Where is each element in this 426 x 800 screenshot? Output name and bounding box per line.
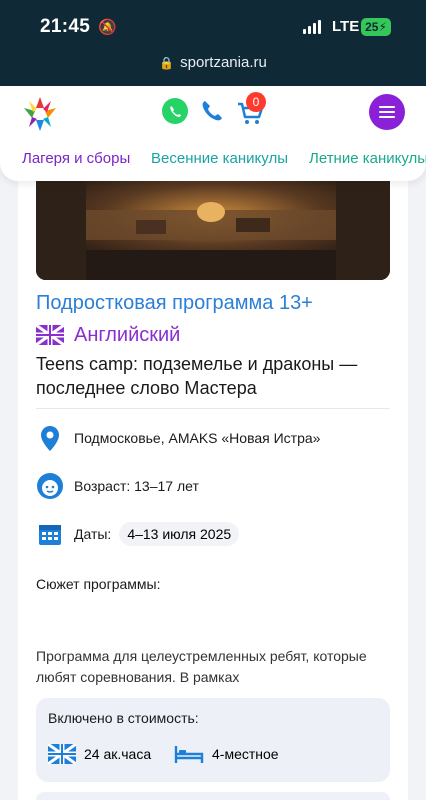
nav-item-spring[interactable]: Весенние каникулы xyxy=(151,150,288,167)
divider xyxy=(36,408,390,409)
program-title: Подростковая программа 13+ xyxy=(36,292,313,314)
included-item-room-label: 4-местное xyxy=(212,746,279,762)
location-pin-icon xyxy=(41,426,59,451)
status-time: 21:45 xyxy=(40,16,91,37)
location-text: Подмосковье, AMAKS «Новая Истра» xyxy=(74,430,321,446)
location-row: Подмосковье, AMAKS «Новая Истра» xyxy=(36,422,320,454)
age-row: Возраст: 13–17 лет xyxy=(36,470,199,502)
included-item-hours: 24 ак.часа xyxy=(48,742,151,766)
dates-label: Даты: xyxy=(74,526,112,542)
program-subtitle: Teens camp: подземелье и драконы — после… xyxy=(36,354,358,398)
language-badge: Английский xyxy=(36,322,180,348)
included-item-room: 4-местное xyxy=(174,742,279,766)
address-bar[interactable]: 🔒 sportzania.ru xyxy=(0,54,426,71)
battery-icon: 25⚡ xyxy=(361,18,391,36)
lock-icon: 🔒 xyxy=(159,56,175,70)
bed-icon xyxy=(174,746,204,763)
muted-bell-icon: 🔕 xyxy=(98,19,117,36)
plot-text: Программа для целеустремленных ребят, ко… xyxy=(36,648,367,685)
menu-button[interactable] xyxy=(369,94,405,130)
included-heading: Включено в стоимость: xyxy=(48,710,199,726)
calendar-icon xyxy=(39,525,61,545)
battery-level: 25 xyxy=(365,20,379,34)
site-header: 0 Лагеря и сборы Весенние каникулы Летни… xyxy=(0,86,426,181)
logo-icon[interactable] xyxy=(20,94,60,134)
included-item-hours-label: 24 ак.часа xyxy=(84,746,152,762)
url-text: sportzania.ru xyxy=(180,54,267,71)
cart-count-badge: 0 xyxy=(246,92,266,112)
signal-icon xyxy=(303,20,321,34)
network-label: LTE xyxy=(332,18,360,35)
included-box: Включено в стоимость: 24 ак.часа 4-местн… xyxy=(36,698,390,782)
dates-value: 4–13 июля 2025 xyxy=(119,522,240,546)
nav-item-summer[interactable]: Летние каникулы xyxy=(309,150,426,167)
uk-flag-icon xyxy=(48,744,76,764)
phone-icon[interactable] xyxy=(199,98,225,124)
child-face-icon xyxy=(37,473,63,499)
nav-item-camps[interactable]: Лагеря и сборы xyxy=(22,150,130,167)
plot-heading: Сюжет программы: xyxy=(36,576,161,592)
program-image[interactable] xyxy=(36,180,390,280)
dates-row: Даты: 4–13 июля 2025 xyxy=(36,518,240,550)
age-text: Возраст: 13–17 лет xyxy=(74,478,199,494)
whatsapp-icon[interactable] xyxy=(162,98,188,124)
next-card-edge xyxy=(36,792,390,800)
category-nav: Лагеря и сборы Весенние каникулы Летние … xyxy=(0,148,426,172)
language-label: Английский xyxy=(74,323,181,346)
uk-flag-icon xyxy=(36,325,64,345)
status-bar: 21:45 🔕 LTE 25⚡ 🔒 sportzania.ru xyxy=(0,0,426,86)
